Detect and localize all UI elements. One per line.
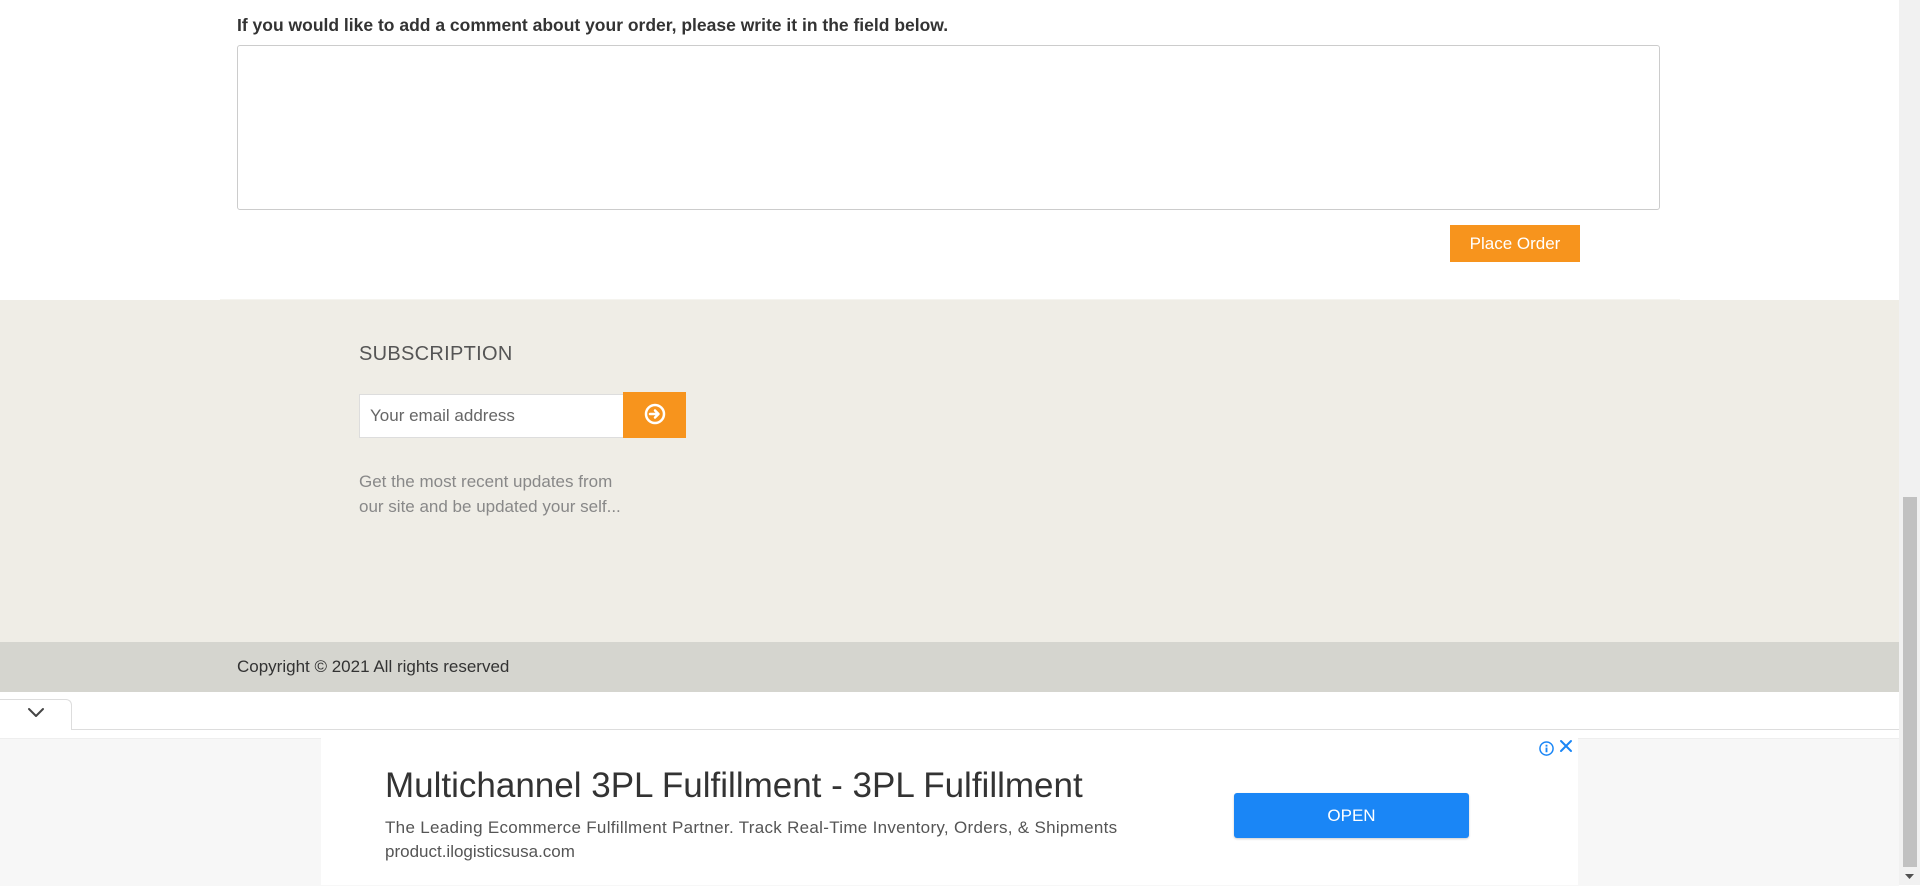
subscription-section bbox=[0, 300, 1899, 642]
subscription-title: SUBSCRIPTION bbox=[359, 343, 513, 365]
subscription-email-input[interactable] bbox=[359, 394, 624, 438]
order-comment-textarea[interactable] bbox=[237, 45, 1660, 210]
ad-title[interactable]: Multichannel 3PL Fulfillment - 3PL Fulfi… bbox=[385, 766, 1083, 806]
place-order-button[interactable]: Place Order bbox=[1450, 225, 1580, 262]
ad-url[interactable]: product.ilogisticsusa.com bbox=[385, 842, 575, 862]
ad-open-button[interactable]: OPEN bbox=[1234, 793, 1469, 838]
close-icon[interactable] bbox=[1557, 738, 1575, 756]
page: If you would like to add a comment about… bbox=[0, 0, 1899, 886]
subscription-description-line: our site and be updated your self... bbox=[359, 497, 621, 516]
scroll-down-arrow-icon[interactable] bbox=[1899, 868, 1920, 885]
chevron-down-icon bbox=[27, 706, 45, 724]
subscribe-button[interactable] bbox=[623, 392, 686, 438]
subscription-description-line: Get the most recent updates from bbox=[359, 472, 613, 491]
ad-description: The Leading Ecommerce Fulfillment Partne… bbox=[385, 818, 1118, 837]
comment-label: If you would like to add a comment about… bbox=[237, 15, 949, 35]
scrollbar-thumb[interactable] bbox=[1903, 497, 1917, 867]
section-divider bbox=[220, 299, 1680, 300]
copyright-text: Copyright © 2021 All rights reserved bbox=[237, 657, 510, 676]
ad-dock-toggle[interactable] bbox=[0, 699, 72, 730]
ad-dock-border bbox=[72, 729, 1899, 730]
arrow-circle-right-icon bbox=[643, 402, 667, 429]
subscription-description: Get the most recent updates from our sit… bbox=[359, 469, 649, 519]
info-icon[interactable] bbox=[1538, 740, 1554, 756]
